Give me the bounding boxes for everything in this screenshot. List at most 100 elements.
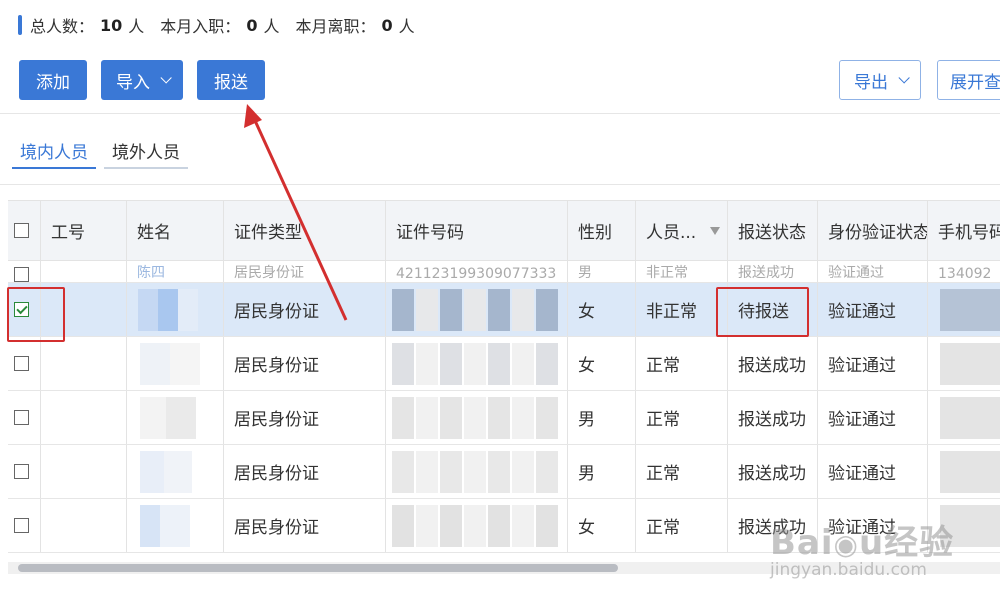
row-select-cell [8,337,41,390]
staff-status-cell: 正常 [636,391,728,444]
tab-overseas[interactable]: 境外人员 [104,128,188,169]
id-type-cell: 居民身份证 [224,337,386,390]
emp-no-cell [41,445,127,498]
select-all-checkbox[interactable] [14,223,29,238]
report-status-cell: 报送成功 [728,261,818,282]
export-dropdown-button[interactable]: 导出 [839,60,921,100]
name-redaction-mosaic [178,289,198,331]
header-phone[interactable]: 手机号码 [928,201,1000,260]
stat-joined-value: 0 [246,15,258,35]
employee-table: 工号 姓名 证件类型 证件号码 性别 人员... 报送状态 身份验证状态 手机号… [8,200,1000,554]
header-id-number[interactable]: 证件号码 [386,201,568,260]
id-type-cell: 居民身份证 [224,445,386,498]
name-redaction-mosaic [166,397,196,439]
id-number-redaction-mosaic [488,451,510,493]
staff-status-cell: 非正常 [636,283,728,336]
name-redaction-mosaic [160,505,190,547]
gender-cell: 男 [568,391,636,444]
id-number-redaction-mosaic [392,343,414,385]
id-number-redaction-mosaic [488,397,510,439]
id-number-redaction-mosaic [416,505,438,547]
toolbar: 添加 导入 报送 导出 展开查 [0,48,1000,114]
phone-redaction-mosaic [940,451,1000,493]
watermark: Bai◉u经验 jingyan.baidu.com [770,515,954,580]
row-checkbox[interactable] [14,464,29,479]
id-number-redaction-mosaic [536,289,558,331]
verify-status-cell: 验证通过 [818,337,928,390]
verify-status-cell: 验证通过 [818,391,928,444]
table-row[interactable]: 居民身份证 男正常 报送成功 验证通过 [8,391,1000,445]
header-gender[interactable]: 性别 [568,201,636,260]
name-redaction-mosaic [158,289,178,331]
stats-accent-bar [18,15,22,35]
gender-cell: 女 [568,337,636,390]
chevron-down-icon [160,72,172,84]
stats-bar: 总人数： 10 人 本月入职： 0 人 本月离职： 0 人 [18,12,431,38]
table-header: 工号 姓名 证件类型 证件号码 性别 人员... 报送状态 身份验证状态 手机号… [8,201,1000,261]
scrollbar-thumb[interactable] [18,564,618,572]
id-number-cell: 421123199309077333 [386,261,568,282]
stat-left-unit: 人 [398,17,415,36]
table-row[interactable]: 居民身份证 女正常 报送成功 验证通过 [8,337,1000,391]
gender-cell: 男 [568,445,636,498]
header-report-status[interactable]: 报送状态 [728,201,818,260]
id-number-redaction-mosaic [392,397,414,439]
id-number-redaction-mosaic [392,451,414,493]
header-staff-status[interactable]: 人员... [636,201,728,260]
id-number-redaction-mosaic [464,505,486,547]
divider [0,184,1000,185]
name-redaction-mosaic [170,343,200,385]
tab-domestic[interactable]: 境内人员 [12,128,96,169]
name-redaction-mosaic [140,505,160,547]
checkbox-highlight-box [7,287,65,342]
watermark-url: jingyan.baidu.com [770,560,927,580]
report-status-cell: 报送成功 [728,445,818,498]
id-number-redaction-mosaic [416,343,438,385]
expand-search-button[interactable]: 展开查 [937,60,1000,100]
report-button[interactable]: 报送 [197,60,265,100]
header-select-cell [8,201,41,260]
phone-redaction-mosaic [940,289,1000,331]
row-checkbox[interactable] [14,410,29,425]
id-number-redaction-mosaic [440,451,462,493]
table-row[interactable]: 居民身份证女非正常 待报送 验证通过 [8,283,1000,337]
name-cell[interactable]: 陈四 [127,261,224,282]
row-checkbox[interactable] [14,356,29,371]
header-name[interactable]: 姓名 [127,201,224,260]
table-row[interactable]: 居民身份证 男正常 报送成功 验证通过 [8,445,1000,499]
name-redaction-mosaic [140,343,170,385]
import-dropdown-button[interactable]: 导入 [101,60,183,100]
stat-total-value: 10 [100,15,123,35]
name-redaction-mosaic [140,451,164,493]
filter-icon[interactable] [710,226,721,235]
row-checkbox[interactable] [14,518,29,533]
table-row-partial[interactable]: 陈四 居民身份证 421123199309077333 男 非正常 报送成功 验… [8,261,1000,283]
gender-cell: 男 [568,261,636,282]
header-verify-status[interactable]: 身份验证状态 [818,201,928,260]
header-emp-no[interactable]: 工号 [41,201,127,260]
verify-status-cell: 验证通过 [818,261,928,282]
staff-status-cell: 正常 [636,337,728,390]
row-checkbox[interactable] [14,267,29,282]
id-number-redaction-mosaic [392,505,414,547]
id-number-redaction-mosaic [488,343,510,385]
id-number-redaction-mosaic [464,289,486,331]
id-number-redaction-mosaic [512,451,534,493]
import-button-label: 导入 [116,72,150,93]
emp-no-cell [41,337,127,390]
export-button-label: 导出 [854,72,888,93]
row-select-cell [8,445,41,498]
name-redaction-mosaic [140,397,166,439]
header-id-type[interactable]: 证件类型 [224,201,386,260]
stat-total-label: 总人数： [30,17,95,36]
id-type-cell: 居民身份证 [224,283,386,336]
watermark-logo: Bai◉u经验 [770,523,955,563]
row-select-cell [8,499,41,552]
name-redaction-mosaic [164,451,192,493]
staff-status-cell: 正常 [636,499,728,552]
add-button[interactable]: 添加 [19,60,87,100]
report-status-cell: 报送成功 [728,337,818,390]
id-number-redaction-mosaic [416,451,438,493]
id-number-redaction-mosaic [392,289,414,331]
emp-no-cell [41,391,127,444]
